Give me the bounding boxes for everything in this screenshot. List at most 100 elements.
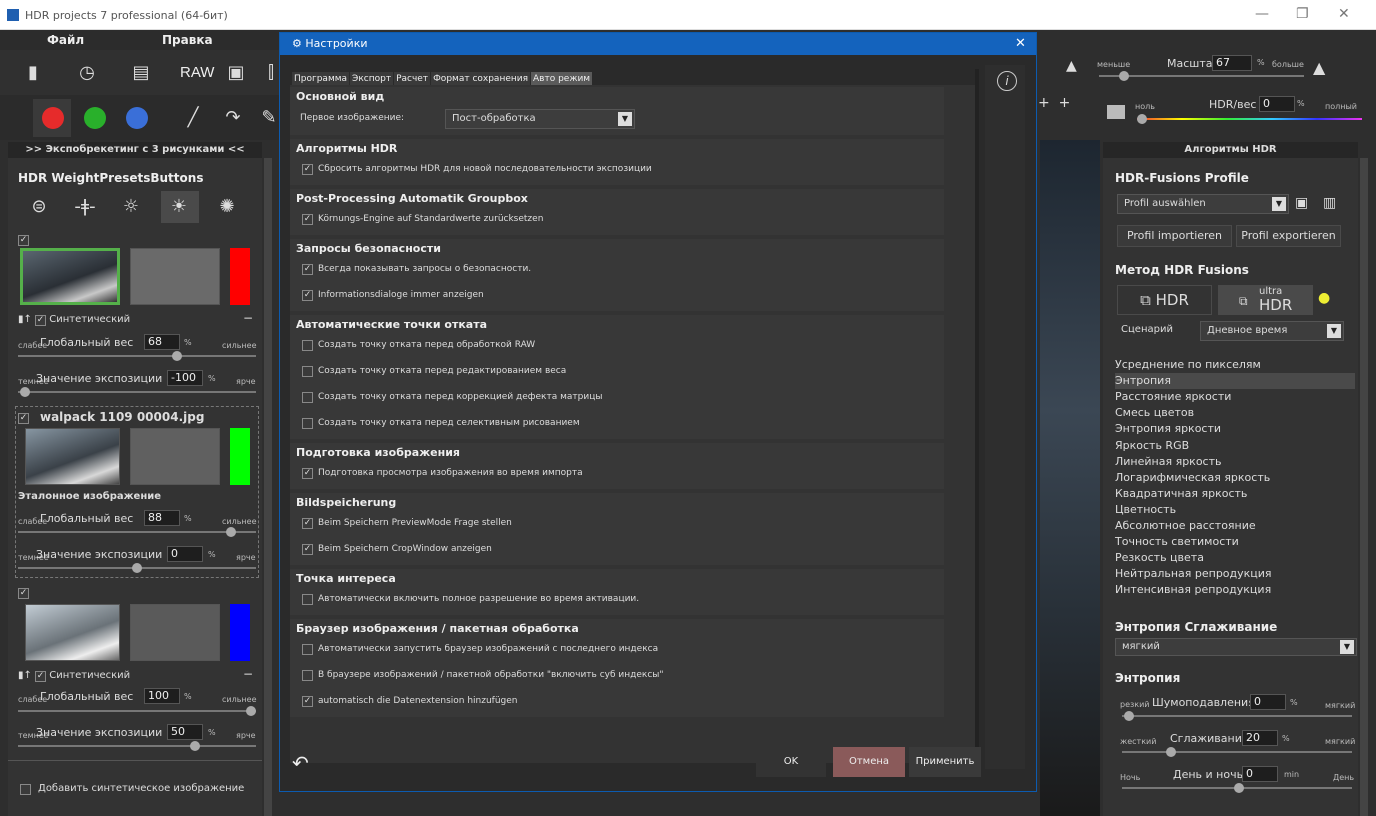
daynight-field[interactable]: 0 (1242, 766, 1278, 782)
apply-button[interactable]: Применить (909, 747, 981, 777)
algorithm-item[interactable]: Квадратичная яркость (1115, 486, 1355, 502)
setting-checkbox[interactable] (302, 366, 313, 377)
green-channel-button[interactable] (84, 107, 106, 129)
ultra-hdr-button[interactable]: ⧉ ultra HDR (1218, 285, 1313, 315)
profile-import-button[interactable]: Profil importieren (1117, 225, 1232, 247)
algorithm-item[interactable]: Точность светимости (1115, 534, 1355, 550)
algorithm-item[interactable]: Логарифмическая яркость (1115, 470, 1355, 486)
image1-exposure-field[interactable]: -100 (167, 370, 203, 386)
slider-knob[interactable] (20, 387, 30, 397)
noise-field[interactable]: 0 (1250, 694, 1286, 710)
raw-button[interactable]: RAW (180, 64, 214, 81)
redo-icon[interactable]: ↷ (222, 107, 244, 129)
menu-edit[interactable]: Правка (162, 33, 213, 47)
slider-knob[interactable] (1124, 711, 1134, 721)
algorithm-item[interactable]: Энтропия яркости (1115, 421, 1355, 437)
setting-checkbox[interactable] (302, 670, 313, 681)
ok-button[interactable]: OK (756, 747, 826, 777)
image3-checkbox[interactable]: ✓ (18, 588, 29, 599)
image1-thumbnail[interactable] (20, 248, 120, 305)
profile-export-button[interactable]: Profil exportieren (1236, 225, 1341, 247)
algorithm-item[interactable]: Энтропия (1115, 373, 1355, 390)
slider-knob[interactable] (246, 706, 256, 716)
smoothing-select[interactable]: мягкий ▼ (1115, 638, 1357, 656)
setting-checkbox[interactable] (302, 340, 313, 351)
tab-0[interactable]: Программа (292, 72, 350, 86)
order-icon[interactable]: ▮↑ (18, 670, 32, 681)
scenario-select[interactable]: Дневное время ▼ (1200, 321, 1344, 341)
smooth-field[interactable]: 20 (1242, 730, 1278, 746)
blue-channel-button[interactable] (126, 107, 148, 129)
tab-3[interactable]: Формат сохранения (431, 72, 531, 86)
tab-1[interactable]: Экспорт (350, 72, 394, 86)
order-icon[interactable]: ▮↑ (18, 314, 32, 325)
menu-file[interactable]: Файл (47, 33, 84, 47)
setting-checkbox[interactable]: ✓ (302, 214, 313, 225)
algorithm-item[interactable]: Линейная яркость (1115, 454, 1355, 470)
setting-checkbox[interactable]: ✓ (302, 290, 313, 301)
new-file-icon[interactable]: ▮ (22, 62, 44, 84)
restore-icon[interactable]: ❐ (1296, 6, 1309, 22)
slider-knob[interactable] (1166, 747, 1176, 757)
image1-remove[interactable]: − (243, 311, 253, 325)
image2-exposure-field[interactable]: 0 (167, 546, 203, 562)
setting-checkbox[interactable]: ✓ (302, 468, 313, 479)
image2-mask[interactable] (130, 428, 220, 485)
algorithm-item[interactable]: Цветность (1115, 502, 1355, 518)
algorithm-item[interactable]: Абсолютное расстояние (1115, 518, 1355, 534)
history-icon[interactable]: ◷ (76, 62, 98, 84)
preset-equal-icon[interactable]: ⊜ (28, 196, 50, 218)
preset-bright-icon[interactable]: ✺ (216, 196, 238, 218)
image2-thumbnail[interactable] (25, 428, 120, 485)
slider-knob[interactable] (1234, 783, 1244, 793)
image1-exposure-slider[interactable] (18, 387, 256, 397)
add-synthetic-checkbox[interactable] (20, 784, 31, 795)
preset-low-icon[interactable]: -ǂ- (74, 196, 96, 218)
synthetic-checkbox[interactable]: ✓ (35, 315, 47, 326)
right-scrollbar[interactable] (1360, 158, 1368, 816)
hdr-weight-slider[interactable] (1137, 114, 1362, 124)
zoom-in-icon[interactable]: ▲ (1313, 58, 1325, 77)
slider-knob[interactable] (132, 563, 142, 573)
reset-icon[interactable]: ↶ (292, 751, 309, 775)
daynight-slider[interactable] (1122, 783, 1352, 793)
close-window-icon[interactable]: ✕ (1338, 6, 1350, 22)
image3-remove[interactable]: − (243, 667, 253, 681)
minimize-icon[interactable]: — (1255, 6, 1269, 22)
dialog-scrollbar[interactable] (975, 69, 979, 769)
slider-knob[interactable] (1119, 71, 1129, 81)
setting-checkbox[interactable]: ✓ (302, 696, 313, 707)
setting-checkbox[interactable] (302, 418, 313, 429)
image2-exposure-slider[interactable] (18, 563, 256, 573)
synthetic-checkbox[interactable]: ✓ (35, 671, 47, 682)
scale-slider[interactable] (1099, 71, 1304, 81)
setting-checkbox[interactable]: ✓ (302, 164, 313, 175)
image1-weight-field[interactable]: 68 (144, 334, 180, 350)
open-icon[interactable]: ▤ (130, 62, 152, 84)
noise-slider[interactable] (1122, 711, 1352, 721)
red-channel-button[interactable] (42, 107, 64, 129)
image2-weight-slider[interactable] (18, 527, 256, 537)
image3-exposure-slider[interactable] (18, 741, 256, 751)
lightbulb-icon[interactable]: ● (1318, 290, 1330, 306)
image3-mask[interactable] (130, 604, 220, 661)
image-icon[interactable]: ▣ (225, 62, 247, 84)
algorithm-item[interactable]: Яркость RGB (1115, 438, 1355, 454)
algorithm-item[interactable]: Резкость цвета (1115, 550, 1355, 566)
algorithm-item[interactable]: Смесь цветов (1115, 405, 1355, 421)
first-image-select[interactable]: Пост-обработка ▼ (445, 109, 635, 129)
slider-knob[interactable] (190, 741, 200, 751)
left-scrollbar[interactable] (264, 158, 272, 816)
image1-mask[interactable] (130, 248, 220, 305)
info-icon[interactable]: i (997, 71, 1017, 91)
tab-4[interactable]: Авто режим (531, 72, 593, 86)
algorithm-item[interactable]: Интенсивная репродукция (1115, 582, 1355, 598)
setting-checkbox[interactable] (302, 392, 313, 403)
save-icon[interactable]: ▣ (1295, 195, 1308, 211)
slider-knob[interactable] (1137, 114, 1147, 124)
profile-select[interactable]: Profil auswählen ▼ (1117, 194, 1289, 214)
brush-icon[interactable]: ╱ (182, 107, 204, 129)
cancel-button[interactable]: Отмена (833, 747, 905, 777)
algorithm-item[interactable]: Расстояние яркости (1115, 389, 1355, 405)
zoom-out-icon[interactable]: ▲ (1066, 58, 1077, 74)
